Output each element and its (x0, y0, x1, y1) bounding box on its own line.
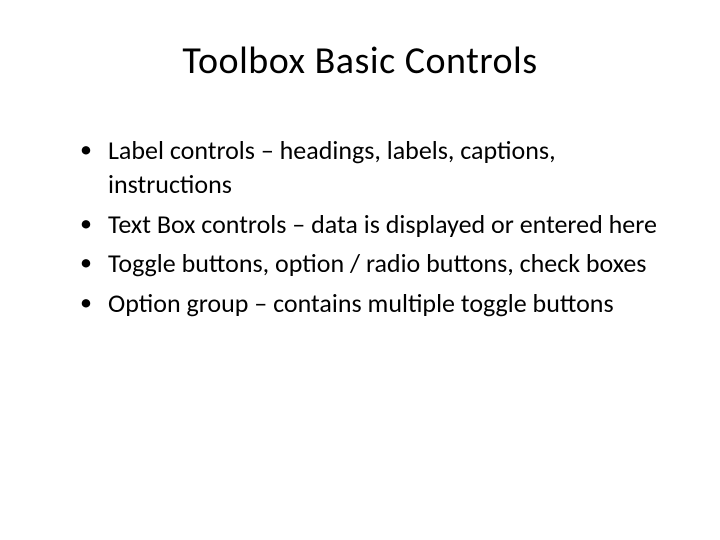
slide-title: Toolbox Basic Controls (60, 38, 660, 84)
bullet-list: Label controls – headings, labels, capti… (60, 134, 660, 321)
list-item: Toggle buttons, option / radio buttons, … (80, 247, 660, 281)
list-item: Label controls – headings, labels, capti… (80, 134, 660, 202)
list-item: Text Box controls – data is displayed or… (80, 208, 660, 242)
list-item: Option group – contains multiple toggle … (80, 287, 660, 321)
